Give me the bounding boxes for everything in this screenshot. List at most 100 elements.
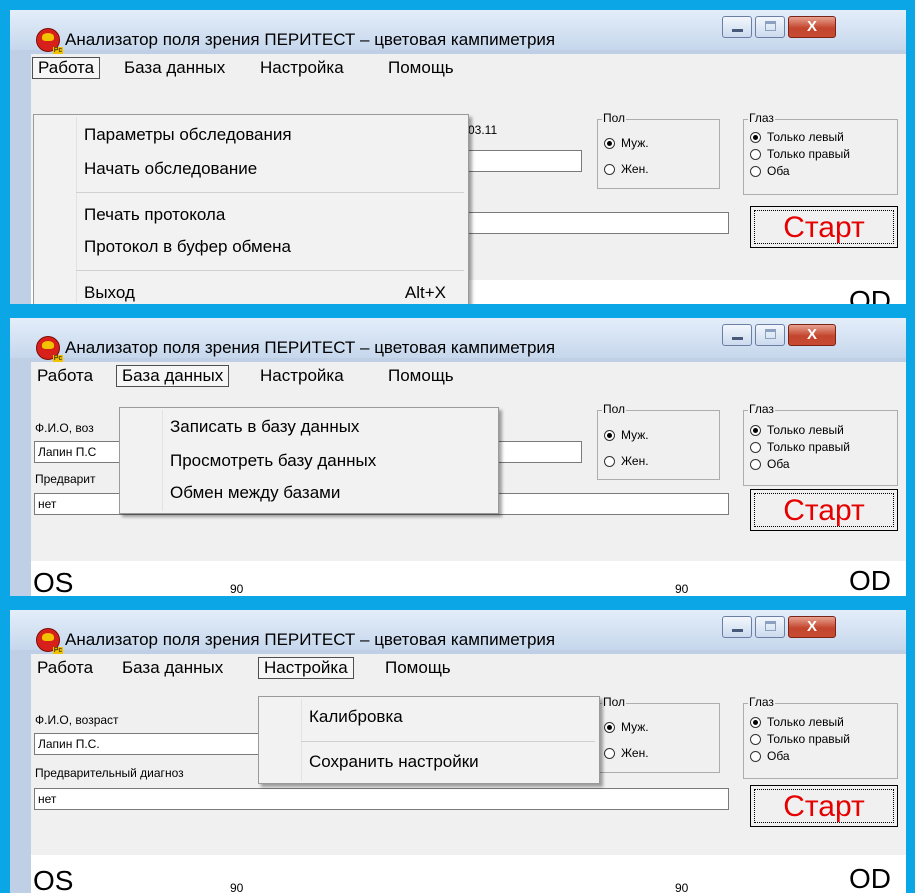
start-button[interactable]: Старт xyxy=(750,206,898,248)
menu-settings[interactable]: Настройка xyxy=(255,365,349,387)
os-label: OS xyxy=(33,865,74,893)
radio-male-indicator xyxy=(604,722,615,733)
date-text: 03.11 xyxy=(468,123,498,137)
start-button[interactable]: Старт xyxy=(750,489,898,531)
od-angle-90: 90 xyxy=(675,582,689,596)
start-button[interactable]: Старт xyxy=(750,785,898,827)
radio-male-label: Муж. xyxy=(621,428,649,442)
close-button[interactable]: X xyxy=(788,324,836,346)
menu-work[interactable]: Работа xyxy=(32,657,98,679)
menu-item-print-protocol-label: Печать протокола xyxy=(84,205,226,224)
diagnosis-value: нет xyxy=(38,792,57,806)
radio-both-label: Оба xyxy=(767,457,790,471)
title-bar: Анализатор поля зрения ПЕРИТЕСТ – цветов… xyxy=(10,10,906,55)
start-button-label: Старт xyxy=(754,493,894,527)
radio-female[interactable]: Жен. xyxy=(604,162,649,176)
radio-both-eyes[interactable]: Оба xyxy=(750,457,790,471)
maximize-icon xyxy=(765,329,776,339)
diagnosis-label: Предварительный диагноз xyxy=(35,766,184,780)
os-angle-90: 90 xyxy=(230,881,244,893)
radio-both-eyes[interactable]: Оба xyxy=(750,164,790,178)
eye-group: Глаз Только левый Только правый Оба xyxy=(743,111,898,195)
diagnosis-field[interactable] xyxy=(467,212,729,234)
radio-both-indicator xyxy=(750,459,761,470)
radio-female-indicator xyxy=(604,456,615,467)
radio-right-eye[interactable]: Только правый xyxy=(750,440,850,454)
radio-right-label: Только правый xyxy=(767,147,850,161)
menu-separator xyxy=(76,192,464,193)
menu-database[interactable]: База данных xyxy=(119,57,230,79)
radio-female[interactable]: Жен. xyxy=(604,746,649,760)
app-icon xyxy=(36,28,63,55)
close-button[interactable]: X xyxy=(788,16,836,38)
radio-female-indicator xyxy=(604,164,615,175)
radio-both-eyes[interactable]: Оба xyxy=(750,749,790,763)
os-label: OS xyxy=(33,567,74,596)
menu-bar: Работа База данных Настройка Помощь xyxy=(31,362,906,391)
radio-male[interactable]: Муж. xyxy=(604,720,649,734)
menu-database[interactable]: База данных xyxy=(116,365,230,387)
window-title: Анализатор поля зрения ПЕРИТЕСТ – цветов… xyxy=(65,338,556,357)
diagnosis-field[interactable]: нет xyxy=(34,788,729,810)
visual-field-plot: OS 90 90 OD xyxy=(31,561,906,596)
radio-female-indicator xyxy=(604,748,615,759)
maximize-button[interactable] xyxy=(755,324,785,346)
menu-work[interactable]: Работа xyxy=(32,365,98,387)
name-value: Лапин П.С xyxy=(38,445,97,459)
menu-item-start-exam-label: Начать обследование xyxy=(84,159,258,178)
menu-settings[interactable]: Настройка xyxy=(255,57,349,79)
radio-left-indicator xyxy=(750,132,761,143)
name-field[interactable] xyxy=(467,150,582,172)
radio-left-eye[interactable]: Только левый xyxy=(750,130,844,144)
radio-right-eye[interactable]: Только правый xyxy=(750,147,850,161)
radio-left-eye[interactable]: Только левый xyxy=(750,423,844,437)
visual-field-plot: OS 90 90 OD xyxy=(31,855,906,893)
minimize-button[interactable] xyxy=(722,324,752,346)
radio-right-eye[interactable]: Только правый xyxy=(750,732,850,746)
minimize-button[interactable] xyxy=(722,16,752,38)
menu-item-exam-params-label: Параметры обследования xyxy=(84,125,292,144)
radio-male[interactable]: Муж. xyxy=(604,428,649,442)
sex-group: Пол Муж. Жен. xyxy=(597,402,720,480)
screenshot-panel-database-menu: Анализатор поля зрения ПЕРИТЕСТ – цветов… xyxy=(10,318,906,596)
od-label: OD xyxy=(849,565,891,596)
start-button-label: Старт xyxy=(754,789,894,823)
maximize-button[interactable] xyxy=(755,16,785,38)
menu-item-copy-protocol-label: Протокол в буфер обмена xyxy=(84,237,292,256)
radio-both-label: Оба xyxy=(767,749,790,763)
database-dropdown: Записать в базу данных Просмотреть базу … xyxy=(119,407,499,514)
radio-left-indicator xyxy=(750,425,761,436)
radio-right-indicator xyxy=(750,149,761,160)
menu-item-calibration-label: Калибровка xyxy=(309,707,403,726)
menu-item-save-settings-label: Сохранить настройки xyxy=(309,752,479,771)
radio-left-eye[interactable]: Только левый xyxy=(750,715,844,729)
dropdown-gutter xyxy=(76,117,77,303)
menu-help[interactable]: Помощь xyxy=(383,365,459,387)
minimize-icon xyxy=(732,629,743,632)
od-angle-90: 90 xyxy=(675,303,688,304)
maximize-icon xyxy=(765,21,776,31)
app-icon xyxy=(36,336,63,363)
eye-legend: Глаз xyxy=(748,402,775,416)
eye-group: Глаз Только левый Только правый Оба xyxy=(743,402,898,486)
radio-male[interactable]: Муж. xyxy=(604,136,649,150)
close-button[interactable]: X xyxy=(788,616,836,638)
menu-help[interactable]: Помощь xyxy=(380,657,456,679)
menu-database[interactable]: База данных xyxy=(117,657,228,679)
sex-legend: Пол xyxy=(602,695,627,709)
minimize-button[interactable] xyxy=(722,616,752,638)
maximize-button[interactable] xyxy=(755,616,785,638)
eye-legend: Глаз xyxy=(748,111,775,125)
menu-separator xyxy=(301,741,595,742)
eye-group: Глаз Только левый Только правый Оба xyxy=(743,695,898,779)
radio-left-indicator xyxy=(750,717,761,728)
menu-settings[interactable]: Настройка xyxy=(258,657,354,679)
title-bar: Анализатор поля зрения ПЕРИТЕСТ – цветов… xyxy=(10,318,906,363)
menu-bar: Работа База данных Настройка Помощь xyxy=(31,54,906,83)
window-title: Анализатор поля зрения ПЕРИТЕСТ – цветов… xyxy=(65,630,556,649)
menu-help[interactable]: Помощь xyxy=(383,57,459,79)
radio-male-indicator xyxy=(604,430,615,441)
work-dropdown: Параметры обследования Начать обследован… xyxy=(33,114,469,304)
menu-work[interactable]: Работа xyxy=(32,57,101,79)
radio-female[interactable]: Жен. xyxy=(604,454,649,468)
